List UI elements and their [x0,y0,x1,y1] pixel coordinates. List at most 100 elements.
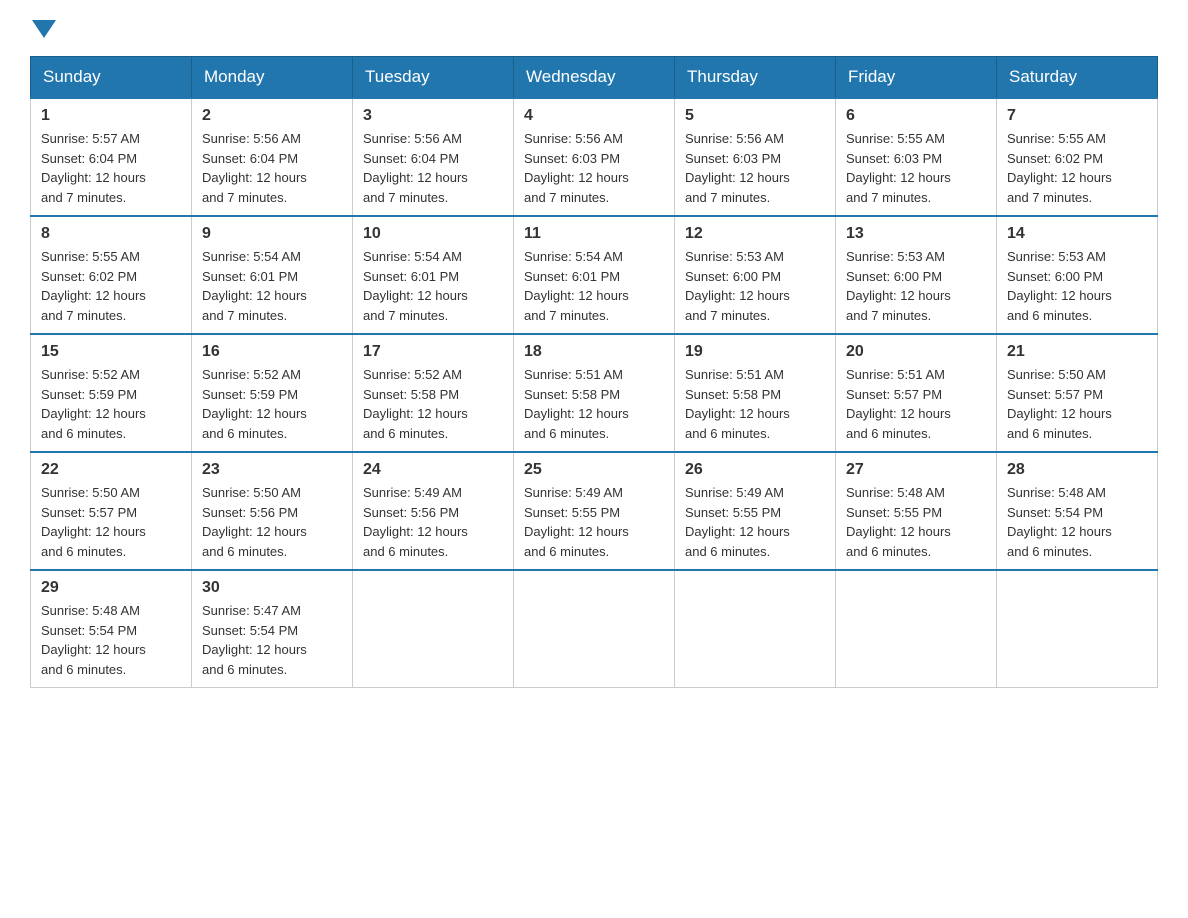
header-day-wednesday: Wednesday [514,57,675,99]
calendar-cell: 1 Sunrise: 5:57 AMSunset: 6:04 PMDaylight… [31,98,192,216]
day-number: 17 [363,343,503,361]
week-row-4: 22 Sunrise: 5:50 AMSunset: 5:57 PMDayligh… [31,452,1158,570]
calendar-cell: 24 Sunrise: 5:49 AMSunset: 5:56 PMDayligh… [353,452,514,570]
week-row-2: 8 Sunrise: 5:55 AMSunset: 6:02 PMDaylight… [31,216,1158,334]
day-number: 24 [363,461,503,479]
day-info: Sunrise: 5:50 AMSunset: 5:57 PMDaylight:… [41,483,181,561]
day-info: Sunrise: 5:56 AMSunset: 6:03 PMDaylight:… [524,129,664,207]
calendar-cell: 23 Sunrise: 5:50 AMSunset: 5:56 PMDayligh… [192,452,353,570]
day-number: 30 [202,579,342,597]
calendar-cell: 9 Sunrise: 5:54 AMSunset: 6:01 PMDaylight… [192,216,353,334]
day-info: Sunrise: 5:54 AMSunset: 6:01 PMDaylight:… [202,247,342,325]
day-info: Sunrise: 5:57 AMSunset: 6:04 PMDaylight:… [41,129,181,207]
day-number: 25 [524,461,664,479]
day-number: 10 [363,225,503,243]
calendar-cell [836,570,997,688]
day-number: 13 [846,225,986,243]
day-number: 3 [363,107,503,125]
header-row: SundayMondayTuesdayWednesdayThursdayFrid… [31,57,1158,99]
day-number: 16 [202,343,342,361]
day-info: Sunrise: 5:52 AMSunset: 5:58 PMDaylight:… [363,365,503,443]
day-info: Sunrise: 5:48 AMSunset: 5:54 PMDaylight:… [41,601,181,679]
logo [30,20,56,36]
day-info: Sunrise: 5:55 AMSunset: 6:03 PMDaylight:… [846,129,986,207]
day-info: Sunrise: 5:51 AMSunset: 5:58 PMDaylight:… [685,365,825,443]
calendar-cell: 5Sunrise: 5:56 AMSunset: 6:03 PMDaylight… [675,98,836,216]
day-number: 15 [41,343,181,361]
day-info: Sunrise: 5:49 AMSunset: 5:55 PMDaylight:… [685,483,825,561]
day-info: Sunrise: 5:53 AMSunset: 6:00 PMDaylight:… [846,247,986,325]
page-header [30,20,1158,36]
calendar-cell: 21 Sunrise: 5:50 AMSunset: 5:57 PMDayligh… [997,334,1158,452]
header-day-tuesday: Tuesday [353,57,514,99]
day-info: Sunrise: 5:49 AMSunset: 5:56 PMDaylight:… [363,483,503,561]
day-info: Sunrise: 5:50 AMSunset: 5:57 PMDaylight:… [1007,365,1147,443]
day-info: Sunrise: 5:56 AMSunset: 6:03 PMDaylight:… [685,129,825,207]
day-number: 18 [524,343,664,361]
day-info: Sunrise: 5:53 AMSunset: 6:00 PMDaylight:… [1007,247,1147,325]
day-info: Sunrise: 5:53 AMSunset: 6:00 PMDaylight:… [685,247,825,325]
logo-icon [30,20,56,36]
calendar-table: SundayMondayTuesdayWednesdayThursdayFrid… [30,56,1158,688]
calendar-cell: 11 Sunrise: 5:54 AMSunset: 6:01 PMDayligh… [514,216,675,334]
day-number: 23 [202,461,342,479]
day-number: 4 [524,107,664,125]
day-info: Sunrise: 5:50 AMSunset: 5:56 PMDaylight:… [202,483,342,561]
day-number: 1 [41,107,181,125]
calendar-cell: 6Sunrise: 5:55 AMSunset: 6:03 PMDaylight… [836,98,997,216]
calendar-cell: 30 Sunrise: 5:47 AMSunset: 5:54 PMDayligh… [192,570,353,688]
calendar-cell: 28 Sunrise: 5:48 AMSunset: 5:54 PMDayligh… [997,452,1158,570]
calendar-cell: 10 Sunrise: 5:54 AMSunset: 6:01 PMDayligh… [353,216,514,334]
calendar-cell: 27Sunrise: 5:48 AMSunset: 5:55 PMDayligh… [836,452,997,570]
day-info: Sunrise: 5:51 AMSunset: 5:58 PMDaylight:… [524,365,664,443]
week-row-1: 1 Sunrise: 5:57 AMSunset: 6:04 PMDaylight… [31,98,1158,216]
day-info: Sunrise: 5:54 AMSunset: 6:01 PMDaylight:… [363,247,503,325]
day-info: Sunrise: 5:56 AMSunset: 6:04 PMDaylight:… [202,129,342,207]
calendar-cell [353,570,514,688]
calendar-cell: 18 Sunrise: 5:51 AMSunset: 5:58 PMDayligh… [514,334,675,452]
calendar-cell: 2 Sunrise: 5:56 AMSunset: 6:04 PMDaylight… [192,98,353,216]
day-number: 2 [202,107,342,125]
header-day-sunday: Sunday [31,57,192,99]
calendar-cell: 17 Sunrise: 5:52 AMSunset: 5:58 PMDayligh… [353,334,514,452]
calendar-cell: 8 Sunrise: 5:55 AMSunset: 6:02 PMDaylight… [31,216,192,334]
calendar-cell: 19 Sunrise: 5:51 AMSunset: 5:58 PMDayligh… [675,334,836,452]
header-day-saturday: Saturday [997,57,1158,99]
header-day-monday: Monday [192,57,353,99]
day-info: Sunrise: 5:55 AMSunset: 6:02 PMDaylight:… [41,247,181,325]
day-number: 12 [685,225,825,243]
day-number: 8 [41,225,181,243]
calendar-cell: 12 Sunrise: 5:53 AMSunset: 6:00 PMDayligh… [675,216,836,334]
day-info: Sunrise: 5:54 AMSunset: 6:01 PMDaylight:… [524,247,664,325]
day-info: Sunrise: 5:48 AMSunset: 5:55 PMDaylight:… [846,483,986,561]
day-info: Sunrise: 5:49 AMSunset: 5:55 PMDaylight:… [524,483,664,561]
day-info: Sunrise: 5:47 AMSunset: 5:54 PMDaylight:… [202,601,342,679]
calendar-cell: 26 Sunrise: 5:49 AMSunset: 5:55 PMDayligh… [675,452,836,570]
day-info: Sunrise: 5:52 AMSunset: 5:59 PMDaylight:… [41,365,181,443]
header-day-thursday: Thursday [675,57,836,99]
day-number: 21 [1007,343,1147,361]
day-info: Sunrise: 5:52 AMSunset: 5:59 PMDaylight:… [202,365,342,443]
week-row-3: 15 Sunrise: 5:52 AMSunset: 5:59 PMDayligh… [31,334,1158,452]
calendar-cell [997,570,1158,688]
day-number: 19 [685,343,825,361]
day-info: Sunrise: 5:48 AMSunset: 5:54 PMDaylight:… [1007,483,1147,561]
day-number: 20 [846,343,986,361]
day-number: 26 [685,461,825,479]
day-info: Sunrise: 5:51 AMSunset: 5:57 PMDaylight:… [846,365,986,443]
calendar-cell: 22 Sunrise: 5:50 AMSunset: 5:57 PMDayligh… [31,452,192,570]
day-number: 11 [524,225,664,243]
calendar-cell: 16 Sunrise: 5:52 AMSunset: 5:59 PMDayligh… [192,334,353,452]
calendar-cell: 7Sunrise: 5:55 AMSunset: 6:02 PMDaylight… [997,98,1158,216]
day-info: Sunrise: 5:56 AMSunset: 6:04 PMDaylight:… [363,129,503,207]
calendar-cell: 15 Sunrise: 5:52 AMSunset: 5:59 PMDayligh… [31,334,192,452]
day-number: 9 [202,225,342,243]
calendar-cell: 13 Sunrise: 5:53 AMSunset: 6:00 PMDayligh… [836,216,997,334]
header-day-friday: Friday [836,57,997,99]
calendar-cell: 20 Sunrise: 5:51 AMSunset: 5:57 PMDayligh… [836,334,997,452]
day-number: 28 [1007,461,1147,479]
calendar-cell: 14Sunrise: 5:53 AMSunset: 6:00 PMDayligh… [997,216,1158,334]
calendar-cell: 4 Sunrise: 5:56 AMSunset: 6:03 PMDaylight… [514,98,675,216]
calendar-cell [514,570,675,688]
day-number: 22 [41,461,181,479]
